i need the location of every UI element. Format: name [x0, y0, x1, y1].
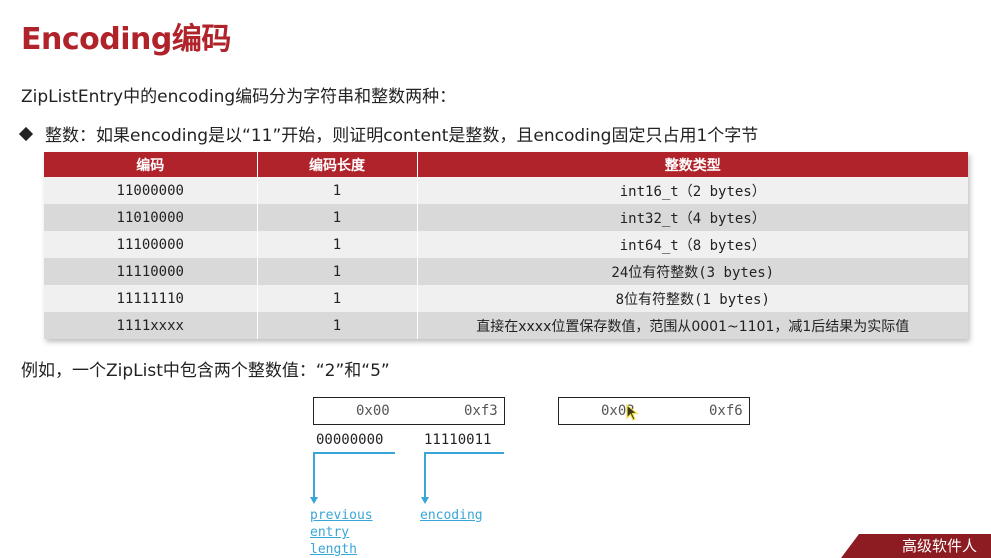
prev-arrow-line — [313, 452, 315, 498]
watermark-badge: 高级软件人 — [841, 534, 991, 558]
cell-encoding: 11010000 — [44, 204, 258, 231]
cell-encoding: 11111110 — [44, 285, 258, 312]
example-text: 例如，一个ZipList中包含两个整数值：“2”和“5” — [21, 361, 390, 381]
table-row: 11010000 1 int32_t（4 bytes） — [44, 204, 968, 231]
cell-int-type: 8位有符整数(1 bytes) — [417, 285, 968, 312]
encoding-arrowhead — [421, 497, 429, 504]
prev-arrowhead — [310, 497, 318, 504]
cell-int-type: int64_t（8 bytes） — [417, 231, 968, 258]
diamond-bullet-icon — [18, 126, 34, 142]
cell-length: 1 — [257, 177, 418, 204]
page-title: Encoding编码 — [21, 22, 231, 57]
table-row: 11000000 1 int16_t（2 bytes） — [44, 177, 968, 204]
table-row: 11111110 1 8位有符整数(1 bytes) — [44, 285, 968, 312]
cell-int-type: int32_t（4 bytes） — [417, 204, 968, 231]
entry-box-1: 0x00 0xf3 — [313, 397, 505, 425]
table-header-row: 编码 编码长度 整数类型 — [44, 152, 968, 177]
cell-int-type: 直接在xxxx位置保存数值，范围从0001~1101，减1后结果为实际值 — [417, 312, 968, 339]
label-previous-entry-length: previous entry length — [310, 507, 373, 558]
prev-bracket-line — [313, 452, 395, 454]
cell-int-type: int16_t（2 bytes） — [417, 177, 968, 204]
table-row: 11100000 1 int64_t（8 bytes） — [44, 231, 968, 258]
col-header-int-type: 整数类型 — [417, 152, 968, 177]
label-encoding: encoding — [420, 508, 483, 523]
table-row: 11110000 1 24位有符整数(3 bytes) — [44, 258, 968, 285]
label-previous: previous — [310, 508, 373, 523]
cell-encoding: 11000000 — [44, 177, 258, 204]
table-row: 1111xxxx 1 直接在xxxx位置保存数值，范围从0001~1101，减1… — [44, 312, 968, 339]
cell-encoding: 1111xxxx — [44, 312, 258, 339]
bullet-text: 整数：如果encoding是以“11”开始，则证明content是整数，且enc… — [45, 126, 759, 146]
entry2-encoding: 0xf6 — [709, 403, 743, 419]
encoding-arrow-line — [424, 452, 426, 498]
cell-length: 1 — [257, 285, 418, 312]
entry-box-2: 0x02 0xf6 — [558, 397, 750, 425]
mouse-cursor-icon — [626, 404, 639, 421]
cell-encoding: 11100000 — [44, 231, 258, 258]
cell-length: 1 — [257, 204, 418, 231]
cell-length: 1 — [257, 312, 418, 339]
label-entry: entry — [310, 525, 350, 540]
entry1-encoding: 0xf3 — [464, 403, 498, 419]
col-header-encoding: 编码 — [44, 152, 258, 177]
encoding-bits: 11110011 — [424, 432, 492, 448]
cell-int-type: 24位有符整数(3 bytes) — [417, 258, 968, 285]
bullet-point: 整数：如果encoding是以“11”开始，则证明content是整数，且enc… — [18, 121, 759, 146]
entry1-prevlen: 0x00 — [356, 403, 390, 419]
cell-length: 1 — [257, 231, 418, 258]
prev-bits: 00000000 — [316, 432, 384, 448]
cell-encoding: 11110000 — [44, 258, 258, 285]
col-header-length: 编码长度 — [257, 152, 418, 177]
intro-text: ZipListEntry中的encoding编码分为字符串和整数两种： — [21, 87, 457, 107]
encoding-bracket-line — [424, 452, 504, 454]
label-length: length — [310, 542, 357, 557]
cell-length: 1 — [257, 258, 418, 285]
encoding-table: 编码 编码长度 整数类型 11000000 1 int16_t（2 bytes）… — [44, 152, 968, 339]
